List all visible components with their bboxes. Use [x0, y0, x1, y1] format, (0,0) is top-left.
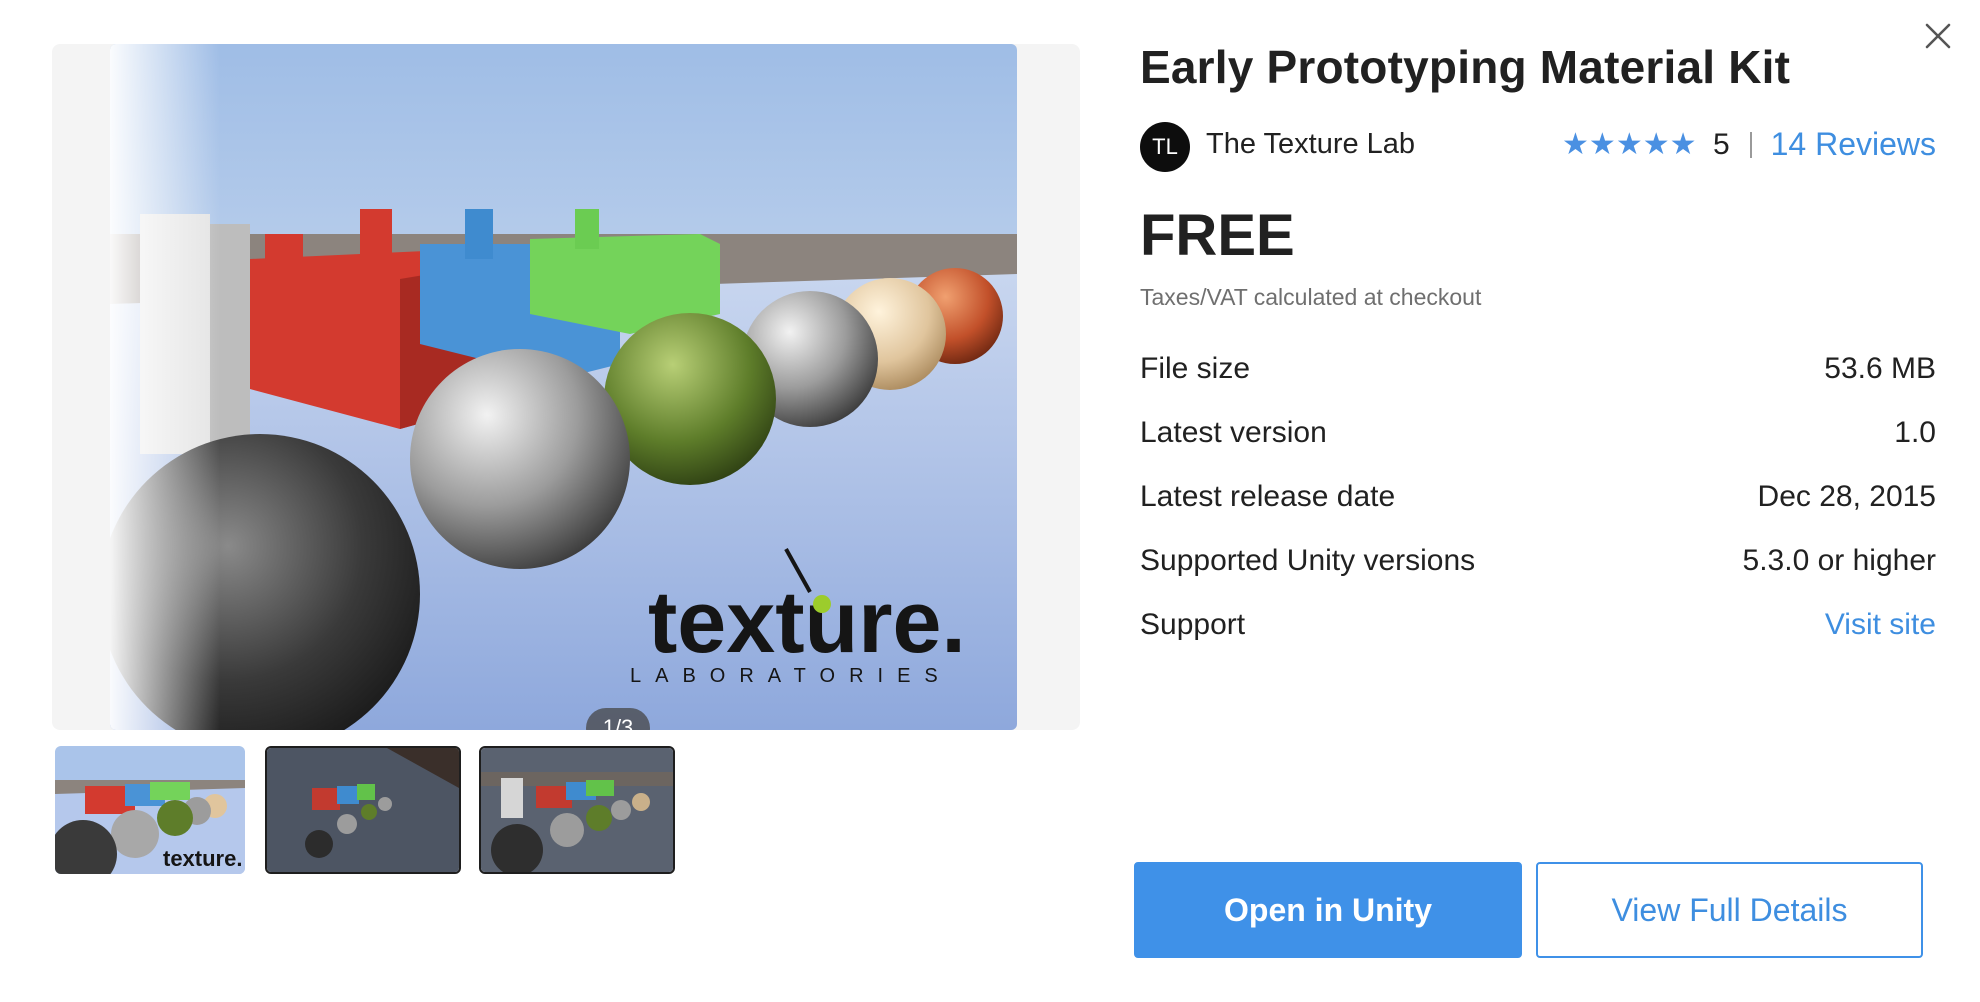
rating-divider: [1750, 131, 1753, 158]
detail-row-file-size: File size 53.6 MB: [1140, 352, 1936, 416]
detail-row-support: Support Visit site: [1140, 608, 1936, 672]
detail-row-latest-version: Latest version 1.0: [1140, 416, 1936, 480]
detail-label: File size: [1140, 352, 1251, 385]
rating-value: 5: [1713, 127, 1730, 161]
detail-label: Supported Unity versions: [1140, 544, 1476, 577]
detail-value: 1.0: [1894, 416, 1936, 449]
support-link[interactable]: Visit site: [1825, 608, 1936, 642]
rating: ★★★★★ 5 14 Reviews: [1562, 126, 1936, 166]
reviews-link[interactable]: 14 Reviews: [1771, 126, 1936, 163]
thumbnail-1[interactable]: texture.: [55, 746, 245, 874]
detail-label: Support: [1140, 608, 1246, 641]
image-counter: 1/3: [586, 708, 650, 730]
detail-value: 5.3.0 or higher: [1742, 544, 1936, 577]
image-gallery: texture. LABORATORIES 1/3: [52, 44, 1080, 730]
close-button[interactable]: [1918, 16, 1958, 56]
publisher-row: TL The Texture Lab ★★★★★ 5 14 Reviews: [1140, 120, 1936, 174]
main-screenshot[interactable]: texture. LABORATORIES: [110, 44, 1017, 730]
tax-note: Taxes/VAT calculated at checkout: [1140, 284, 1482, 310]
close-icon: [1925, 23, 1951, 49]
thumbnail-3[interactable]: [479, 746, 675, 874]
thumbnail-image-1: texture.: [55, 746, 245, 874]
detail-row-unity-versions: Supported Unity versions 5.3.0 or higher: [1140, 544, 1936, 608]
view-full-details-button[interactable]: View Full Details: [1536, 862, 1923, 958]
star-icon: ★: [1615, 128, 1643, 161]
thumbnail-image-3: [481, 748, 673, 872]
star-icon: ★: [1669, 128, 1697, 161]
details-list: File size 53.6 MB Latest version 1.0 Lat…: [1140, 352, 1936, 672]
detail-label: Latest version: [1140, 416, 1327, 449]
publisher-name[interactable]: The Texture Lab: [1206, 128, 1415, 161]
open-in-unity-button[interactable]: Open in Unity: [1134, 862, 1522, 958]
logo-subtext: LABORATORIES: [630, 665, 952, 687]
star-icon: ★: [1562, 128, 1589, 161]
product-title: Early Prototyping Material Kit: [1140, 41, 1791, 93]
thumbnail-2[interactable]: [265, 746, 461, 874]
detail-label: Latest release date: [1140, 480, 1396, 513]
thumbnail-image-2: [267, 748, 459, 872]
price: FREE: [1140, 203, 1295, 268]
svg-text:texture.: texture.: [163, 846, 242, 871]
star-rating: ★★★★★: [1562, 127, 1697, 162]
star-icon: ★: [1588, 128, 1616, 161]
publisher-avatar[interactable]: TL: [1140, 122, 1190, 172]
detail-value: 53.6 MB: [1824, 352, 1936, 385]
star-icon: ★: [1642, 128, 1670, 161]
product-screenshot-image: texture. LABORATORIES: [110, 44, 1017, 730]
detail-value: Dec 28, 2015: [1757, 480, 1936, 513]
detail-row-release-date: Latest release date Dec 28, 2015: [1140, 480, 1936, 544]
